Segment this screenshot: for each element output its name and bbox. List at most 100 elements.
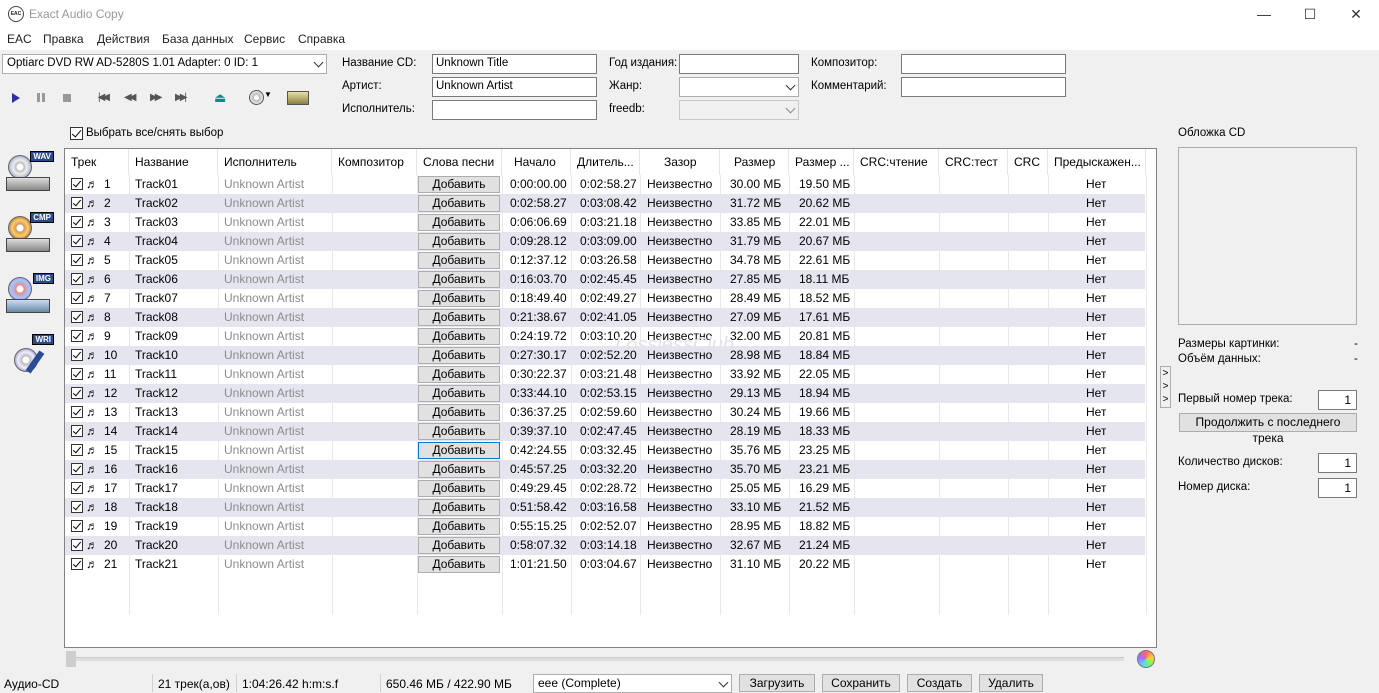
track-artist[interactable]: Unknown Artist	[224, 213, 304, 232]
track-title[interactable]: Track02	[135, 194, 178, 213]
col-artist[interactable]: Исполнитель	[218, 149, 332, 175]
add-lyrics-button[interactable]: Добавить	[418, 252, 500, 269]
disc-count-field[interactable]: 1	[1318, 453, 1357, 473]
cd-title-field[interactable]: Unknown Title	[432, 54, 597, 74]
table-row[interactable]: ♬ 18 Track18 Unknown Artist Добавить 0:51:58.…	[65, 498, 1145, 517]
close-button[interactable]: ✕	[1333, 0, 1379, 30]
track-artist[interactable]: Unknown Artist	[224, 175, 304, 194]
track-title[interactable]: Track19	[135, 517, 178, 536]
pause-icon[interactable]	[33, 90, 49, 106]
track-checkbox[interactable]	[71, 520, 83, 532]
track-checkbox[interactable]	[71, 178, 83, 190]
rewind-icon[interactable]: ◀◀	[124, 90, 140, 106]
track-checkbox[interactable]	[71, 444, 83, 456]
track-artist[interactable]: Unknown Artist	[224, 327, 304, 346]
col-title[interactable]: Название	[129, 149, 218, 175]
cover-image-area[interactable]	[1178, 147, 1357, 325]
add-lyrics-button[interactable]: Добавить	[418, 309, 500, 326]
table-row[interactable]: ♬ 5 Track05 Unknown Artist Добавить 0:12:37.1…	[65, 251, 1145, 270]
col-crc[interactable]: CRC	[1008, 149, 1048, 175]
table-row[interactable]: ♬ 13 Track13 Unknown Artist Добавить 0:36:37.…	[65, 403, 1145, 422]
track-title[interactable]: Track08	[135, 308, 178, 327]
track-checkbox[interactable]	[71, 406, 83, 418]
table-row[interactable]: ♬ 20 Track20 Unknown Artist Добавить 0:58:07.…	[65, 536, 1145, 555]
copy-compressed-icon[interactable]: CMP	[6, 212, 54, 260]
track-artist[interactable]: Unknown Artist	[224, 232, 304, 251]
save-profile-button[interactable]: Сохранить	[822, 674, 900, 692]
track-artist[interactable]: Unknown Artist	[224, 403, 304, 422]
freedb-select[interactable]	[679, 100, 799, 120]
table-row[interactable]: ♬ 7 Track07 Unknown Artist Добавить 0:18:49.4…	[65, 289, 1145, 308]
track-artist[interactable]: Unknown Artist	[224, 384, 304, 403]
col-size[interactable]: Размер	[720, 149, 789, 175]
maximize-button[interactable]: ☐	[1287, 0, 1333, 30]
eject-icon[interactable]: ⏏	[214, 90, 230, 106]
track-title[interactable]: Track10	[135, 346, 178, 365]
col-start[interactable]: Начало	[502, 149, 571, 175]
track-checkbox[interactable]	[71, 425, 83, 437]
track-title[interactable]: Track03	[135, 213, 178, 232]
track-checkbox[interactable]	[71, 235, 83, 247]
disc-number-field[interactable]: 1	[1318, 478, 1357, 498]
add-lyrics-button[interactable]: Добавить	[418, 385, 500, 402]
track-artist[interactable]: Unknown Artist	[224, 251, 304, 270]
table-row[interactable]: ♬ 12 Track12 Unknown Artist Добавить 0:33:44.…	[65, 384, 1145, 403]
track-artist[interactable]: Unknown Artist	[224, 422, 304, 441]
minimize-button[interactable]: —	[1241, 0, 1287, 30]
col-composer[interactable]: Композитор	[332, 149, 417, 175]
add-lyrics-button[interactable]: Добавить	[418, 271, 500, 288]
year-field[interactable]	[679, 54, 799, 74]
track-checkbox[interactable]	[71, 197, 83, 209]
table-row[interactable]: ♬ 19 Track19 Unknown Artist Добавить 0:55:15.…	[65, 517, 1145, 536]
track-artist[interactable]: Unknown Artist	[224, 346, 304, 365]
table-row[interactable]: ♬ 1 Track01 Unknown Artist Добавить 0:00:00.0…	[65, 175, 1145, 194]
table-row[interactable]: ♬ 17 Track17 Unknown Artist Добавить 0:49:29.…	[65, 479, 1145, 498]
add-lyrics-button[interactable]: Добавить	[418, 290, 500, 307]
drive-icon[interactable]	[287, 91, 309, 105]
add-lyrics-button[interactable]: Добавить	[418, 233, 500, 250]
col-length[interactable]: Длитель...	[571, 149, 640, 175]
comment-field[interactable]	[901, 77, 1066, 97]
track-title[interactable]: Track13	[135, 403, 178, 422]
track-artist[interactable]: Unknown Artist	[224, 270, 304, 289]
table-row[interactable]: ♬ 11 Track11 Unknown Artist Добавить 0:30:22.…	[65, 365, 1145, 384]
col-track[interactable]: Трек	[65, 149, 129, 175]
track-title[interactable]: Track14	[135, 422, 178, 441]
add-lyrics-button[interactable]: Добавить	[418, 328, 500, 345]
write-cd-icon[interactable]: WRI	[6, 334, 54, 382]
previous-track-icon[interactable]: |◀◀	[98, 90, 114, 106]
horizontal-scrollbar[interactable]	[66, 651, 1130, 667]
table-row[interactable]: ♬ 10 Track10 Unknown Artist Добавить 0:27:30.…	[65, 346, 1145, 365]
track-title[interactable]: Track04	[135, 232, 178, 251]
next-track-icon[interactable]: ▶▶|	[175, 90, 191, 106]
track-artist[interactable]: Unknown Artist	[224, 555, 304, 574]
menu-database[interactable]: База данных	[162, 32, 233, 46]
track-checkbox[interactable]	[71, 311, 83, 323]
col-gap[interactable]: Зазор	[640, 149, 720, 175]
add-lyrics-button[interactable]: Добавить	[418, 442, 500, 459]
menu-eac[interactable]: EAC	[7, 32, 32, 46]
table-row[interactable]: ♬ 21 Track21 Unknown Artist Добавить 1:01:21.…	[65, 555, 1145, 574]
add-lyrics-button[interactable]: Добавить	[418, 518, 500, 535]
copy-wav-icon[interactable]: WAV	[6, 151, 54, 199]
track-checkbox[interactable]	[71, 539, 83, 551]
track-artist[interactable]: Unknown Artist	[224, 441, 304, 460]
track-title[interactable]: Track20	[135, 536, 178, 555]
add-lyrics-button[interactable]: Добавить	[418, 404, 500, 421]
track-artist[interactable]: Unknown Artist	[224, 517, 304, 536]
add-lyrics-button[interactable]: Добавить	[418, 347, 500, 364]
copy-image-icon[interactable]: IMG	[6, 273, 54, 321]
track-checkbox[interactable]	[71, 273, 83, 285]
track-checkbox[interactable]	[71, 330, 83, 342]
add-lyrics-button[interactable]: Добавить	[418, 461, 500, 478]
track-artist[interactable]: Unknown Artist	[224, 289, 304, 308]
col-preemphasis[interactable]: Предыскажен...	[1048, 149, 1146, 175]
table-row[interactable]: ♬ 16 Track16 Unknown Artist Добавить 0:45:57.…	[65, 460, 1145, 479]
add-lyrics-button[interactable]: Добавить	[418, 176, 500, 193]
track-checkbox[interactable]	[71, 216, 83, 228]
track-checkbox[interactable]	[71, 482, 83, 494]
track-artist[interactable]: Unknown Artist	[224, 365, 304, 384]
load-profile-button[interactable]: Загрузить	[739, 674, 815, 692]
track-artist[interactable]: Unknown Artist	[224, 498, 304, 517]
table-row[interactable]: ♬ 14 Track14 Unknown Artist Добавить 0:39:37.…	[65, 422, 1145, 441]
